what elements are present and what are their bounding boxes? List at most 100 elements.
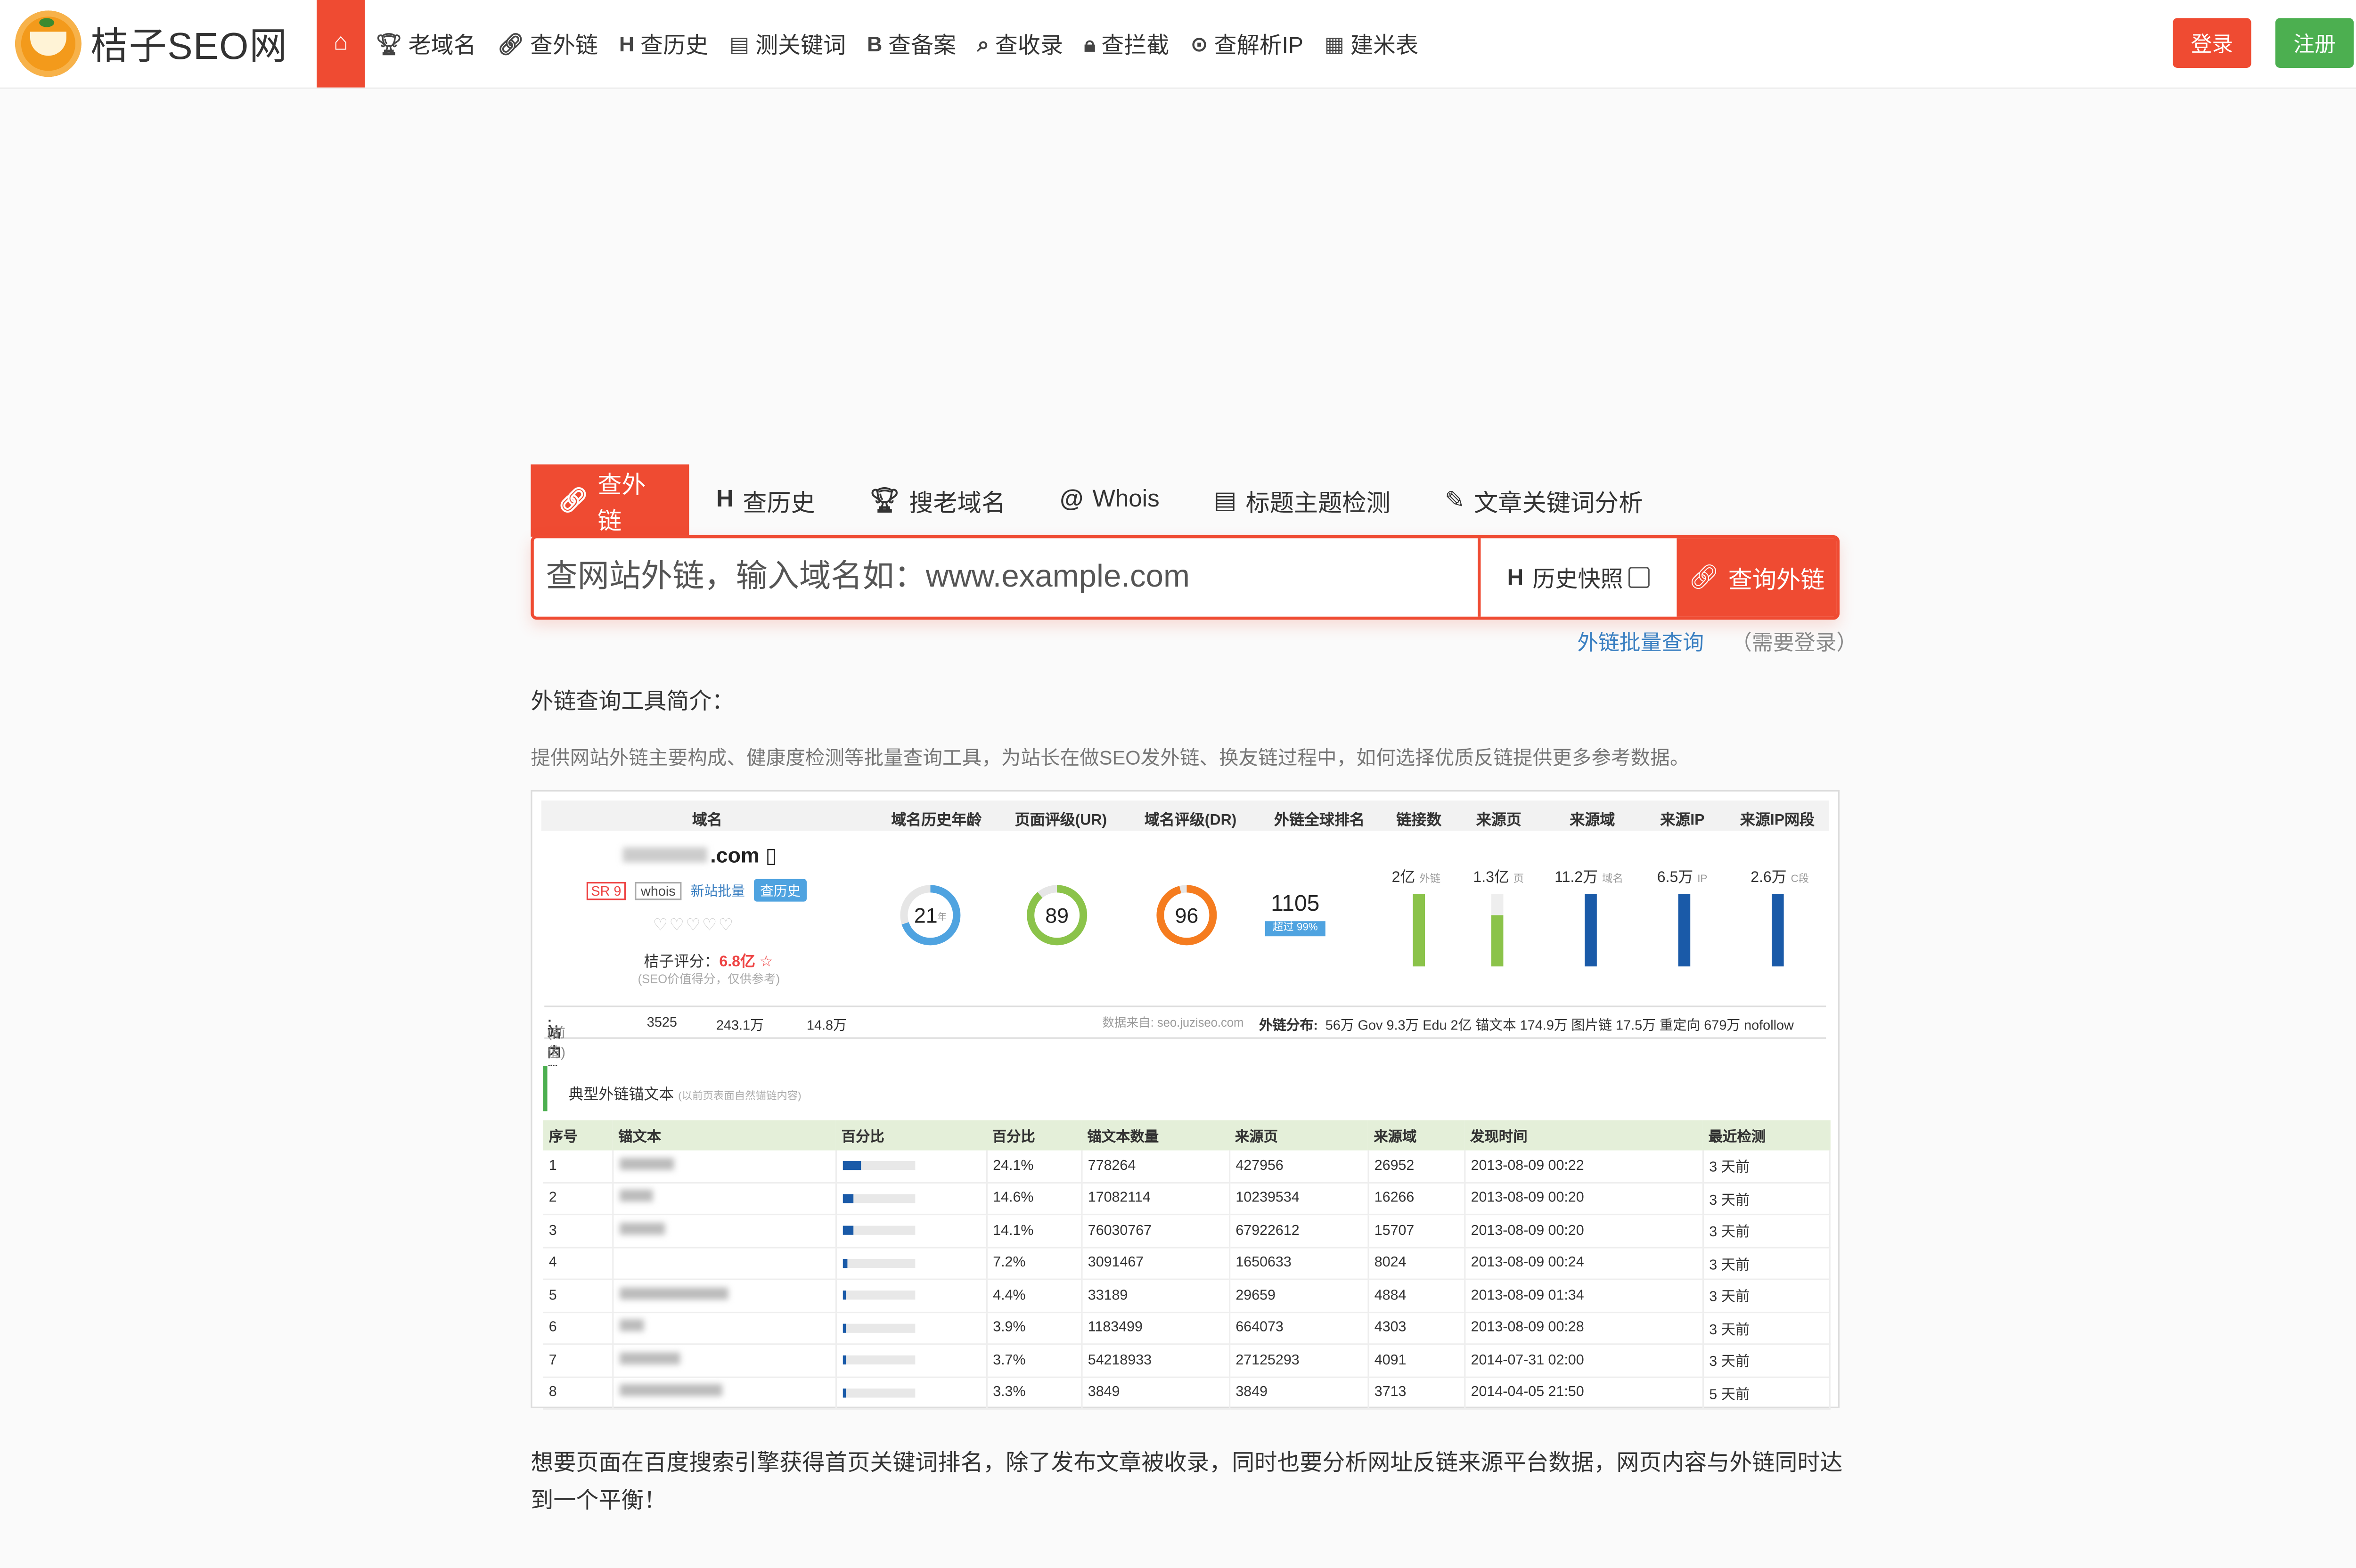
tab-old-domain[interactable]: 🏆︎ 搜老域名	[842, 465, 1032, 537]
header-cell: 来源域	[1570, 812, 1615, 829]
nav-label: 测关键词	[755, 32, 846, 58]
bar-label: 6.5万 IP	[1657, 870, 1708, 887]
percent-bar-fill	[842, 1356, 845, 1365]
nav-item-keywords[interactable]: ▤ 测关键词	[719, 0, 857, 88]
query-button-label: 查询外链	[1728, 568, 1825, 594]
blurred-anchor-text	[619, 1352, 679, 1364]
domain-name: .com ▯	[622, 842, 777, 868]
trophy-icon: 🏆︎	[869, 488, 900, 514]
percent-bar-fill	[842, 1323, 845, 1332]
nav-item-block[interactable]: 🔒︎ 查拦截	[1073, 0, 1180, 88]
percent-bar-fill	[842, 1226, 853, 1235]
link-icon: 🔗︎	[497, 31, 524, 55]
history-snapshot-toggle[interactable]: H 历史快照	[1478, 538, 1677, 617]
tab-label: 文章关键词分析	[1474, 491, 1643, 517]
nav-item-index[interactable]: ⌕ 查收录	[967, 0, 1074, 88]
score-note: (SEO价值得分，仅供参考)	[638, 972, 780, 986]
h-icon: H	[1507, 564, 1524, 590]
bar-fill	[1678, 894, 1691, 967]
ring-unit: 年	[937, 913, 947, 922]
bar-label: 2.6万 C段	[1751, 870, 1809, 887]
nav-item-resolve-ip[interactable]: ⊙ 查解析IP	[1180, 0, 1314, 88]
tab-backlinks[interactable]: 🔗︎ 查外链	[531, 464, 689, 537]
table-cell: 7	[543, 1344, 613, 1378]
tab-label: 查历史	[743, 491, 815, 517]
domain-badges: SR 9 whois 新站批量 查历史	[586, 879, 807, 902]
copy-icon: ▯	[759, 842, 777, 867]
nav-label: 查收录	[995, 32, 1063, 58]
nav-item-backlinks[interactable]: 🔗︎ 查外链	[487, 0, 609, 88]
dist-label: 外链分布:	[1259, 1018, 1318, 1033]
percent-bar	[842, 1193, 915, 1203]
dist-values: 56万 Gov 9.3万 Edu 2亿 锚文本 174.9万 图片链 17.5万…	[1325, 1018, 1794, 1033]
table-cell	[612, 1214, 836, 1248]
register-button[interactable]: 注册	[2275, 18, 2354, 68]
bar-unit: 外链	[1419, 874, 1441, 885]
bar-fill	[1491, 915, 1504, 967]
query-backlinks-button[interactable]: 🔗︎ 查询外链	[1677, 538, 1837, 617]
anchor-table-header: 序号 锚文本 百分比 百分比 锚文本数量 来源页 来源域 发现时间 最近检测	[543, 1120, 1830, 1151]
header-cell: 来源页	[1476, 812, 1522, 829]
table-cell: 3.7%	[986, 1344, 1082, 1378]
bar-track	[1585, 894, 1597, 967]
tab-title-check[interactable]: ▤ 标题主题检测	[1186, 465, 1417, 537]
location-icon: ⊙	[1190, 31, 1208, 55]
table-cell: 2014-07-31 02:00	[1464, 1344, 1703, 1378]
header-cell: 域名评级(DR)	[1144, 812, 1237, 829]
col-header: 锚文本	[612, 1120, 835, 1151]
footer-paragraph: 想要页面在百度搜索引擎获得首页关键词排名，除了发布文章被收录，同时也要分析网址反…	[531, 1450, 1843, 1514]
nav-item-old-domain[interactable]: 🏆︎ 老域名	[365, 0, 487, 88]
header-cell: 页面评级(UR)	[1014, 812, 1107, 829]
document-icon: ▤	[729, 31, 750, 55]
bar-unit: C段	[1791, 874, 1809, 885]
table-row: 5 4.4% 33189 29659 4884 2013-08-09 01:34 3 天前	[543, 1279, 1831, 1313]
table-cell	[612, 1344, 836, 1378]
nav-item-icp[interactable]: B 查备案	[857, 0, 967, 88]
h-icon: H	[716, 487, 734, 513]
intro-title: 外链查询工具简介：	[531, 689, 735, 715]
percent-bar	[842, 1226, 915, 1235]
document-icon: ▤	[1213, 488, 1237, 514]
table-cell: 3 天前	[1702, 1344, 1831, 1378]
table-cell: 17082114	[1081, 1182, 1230, 1216]
header-cell: 域名	[692, 812, 722, 829]
table-cell: 4	[543, 1247, 613, 1280]
bar-unit: 域名	[1602, 874, 1623, 885]
table-cell: 3 天前	[1702, 1182, 1831, 1216]
nav-item-history[interactable]: H 查历史	[609, 0, 719, 88]
history-snapshot-label: 历史快照	[1532, 566, 1623, 592]
table-cell: 26952	[1367, 1150, 1465, 1183]
logo[interactable]: 桔子SEO网	[15, 10, 288, 77]
history-snapshot-checkbox[interactable]	[1629, 567, 1651, 588]
table-cell: 7.2%	[986, 1247, 1082, 1280]
percent-bar	[842, 1258, 915, 1268]
metric-ring: 21 年	[900, 885, 961, 946]
home-icon: ⌂	[333, 30, 348, 56]
batch-query-link[interactable]: 外链批量查询	[1577, 630, 1704, 654]
table-cell: 2	[543, 1182, 613, 1216]
tab-history[interactable]: H 查历史	[689, 465, 842, 537]
anchor-note: (以前页表面自然锚链内容)	[678, 1091, 802, 1102]
table-cell: 3	[543, 1214, 613, 1248]
login-button[interactable]: 登录	[2173, 18, 2251, 68]
header-cell: 来源IP网段	[1740, 812, 1815, 829]
table-row: 4 7.2% 3091467 1650633 8024 2013-08-09 00:24 3…	[543, 1247, 1831, 1280]
example-screenshot: 域名 域名历史年龄 页面评级(UR) 域名评级(DR) 外链全球排名 链接数 来…	[531, 790, 1840, 1410]
table-cell	[612, 1247, 836, 1280]
table-cell: 15707	[1367, 1214, 1465, 1248]
tab-whois[interactable]: @ Whois	[1033, 465, 1187, 537]
blurred-anchor-text	[619, 1319, 643, 1332]
domain-search-input[interactable]	[533, 538, 1478, 617]
blurred-anchor-text	[619, 1157, 673, 1170]
site-value-1: 3525	[646, 1014, 677, 1030]
nav-label: 查拦截	[1101, 32, 1170, 58]
tab-article-keywords[interactable]: ✎ 文章关键词分析	[1417, 465, 1670, 537]
table-cell	[835, 1312, 987, 1345]
nav-item-rice-table[interactable]: ▦ 建米表	[1314, 0, 1429, 88]
nav-home[interactable]: ⌂	[317, 0, 365, 88]
edit-icon: ✎	[1444, 488, 1465, 514]
intro-description: 提供网站外链主要构成、健康度检测等批量查询工具，为站长在做SEO发外链、换友链过…	[531, 746, 1690, 769]
col-header: 来源域	[1367, 1120, 1464, 1151]
table-row: 1 24.1% 778264 427956 26952 2013-08-09 00:22 3…	[543, 1150, 1831, 1183]
bar-unit: IP	[1697, 874, 1708, 885]
